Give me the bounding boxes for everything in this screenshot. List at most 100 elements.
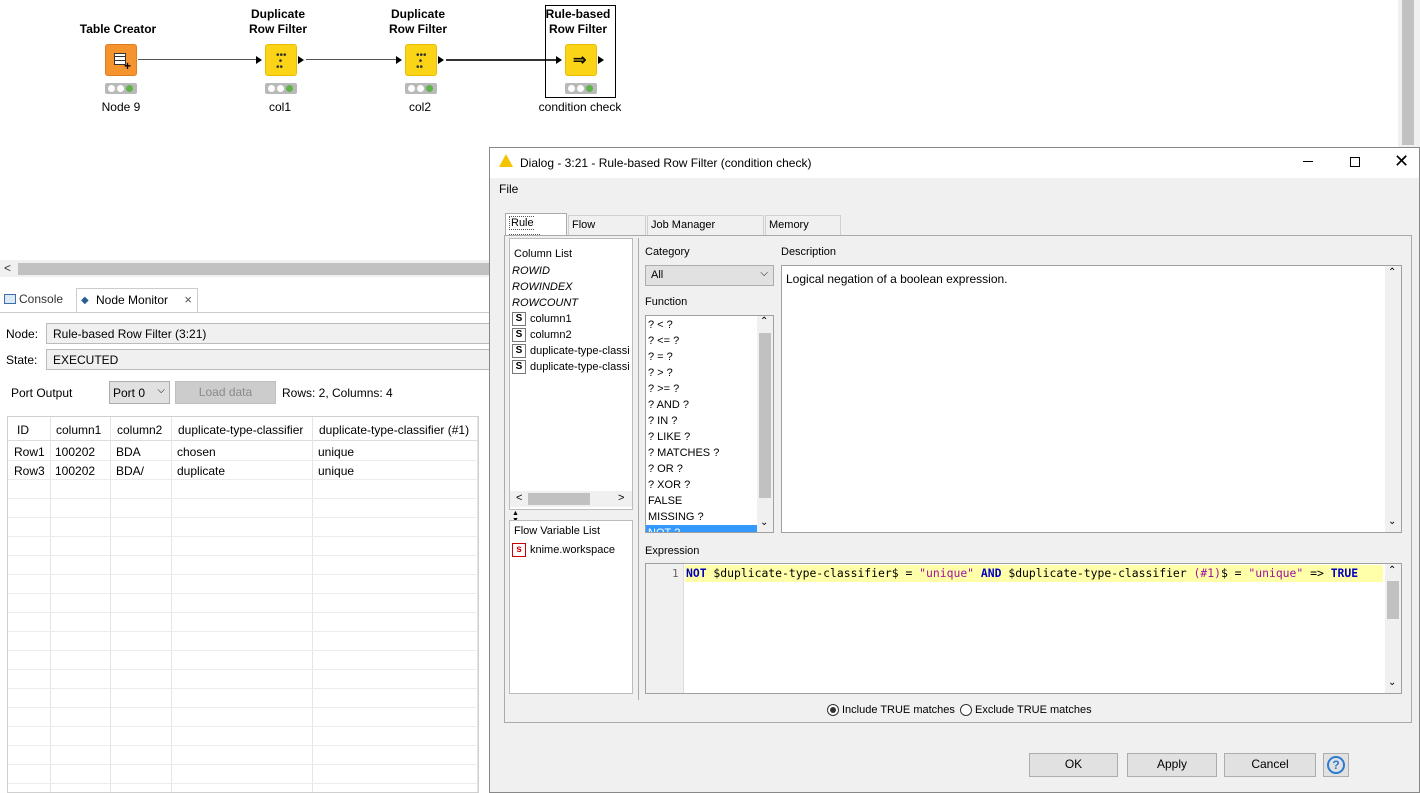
list-item[interactable]: FALSE [648,493,682,509]
expression-vscroll-thumb[interactable] [1387,581,1399,619]
expression-text: => [1303,566,1331,580]
list-item[interactable]: ROWID [512,263,550,279]
tab-node-monitor-label: Node Monitor [96,293,169,307]
chevron-left-icon[interactable]: < [4,261,11,275]
chevron-down-icon[interactable]: ⌄ [1388,677,1396,688]
node-label[interactable]: col2 [360,100,480,114]
chevron-down-icon[interactable]: ⌄ [760,517,768,528]
port-select-value: Port 0 [113,386,146,400]
chevron-left-icon[interactable]: < [516,492,522,504]
node-field-label: Node: [6,327,39,341]
tab-flow-variables[interactable]: Flow Variables [568,215,646,249]
node-label[interactable]: col1 [220,100,340,114]
maximize-icon[interactable] [1350,157,1360,167]
close-icon[interactable]: ✕ [1394,151,1409,171]
node-duplicate-row-filter-title: Duplicate Row Filter [388,7,447,36]
apply-button[interactable]: Apply [1127,753,1217,777]
list-item[interactable]: Scolumn2 [512,327,572,343]
list-item[interactable]: s knime.workspace [512,542,615,558]
list-item[interactable]: Sduplicate-type-classi [512,343,630,359]
tab-memory-policy[interactable]: Memory Policy [765,215,841,249]
function-list[interactable]: ? < ? ? <= ? ? = ? ? > ? ? >= ? ? AND ? … [645,315,774,533]
list-item[interactable]: ? IN ? [648,413,677,429]
flow-variable-list-label: Flow Variable List [514,525,600,537]
ok-button[interactable]: OK [1029,753,1118,777]
cancel-button[interactable]: Cancel [1224,753,1316,777]
list-item-selected[interactable]: NOT ? [646,525,757,532]
node-status-lights [565,83,597,94]
list-item[interactable]: ? >= ? [648,381,679,397]
list-item[interactable]: ? AND ? [648,397,689,413]
tab-console[interactable]: Console [4,292,63,306]
table-creator-node-icon[interactable]: + [105,44,137,76]
list-item[interactable]: ? XOR ? [648,477,690,493]
list-item[interactable]: ? LIKE ? [648,429,690,445]
tab-node-monitor[interactable]: ◆ Node Monitor × [76,288,198,312]
list-item[interactable]: MISSING ? [648,509,704,525]
table-cell: BDA [116,445,141,459]
tab-bar: Rule Editor Flow Variables Job Manager S… [505,213,905,249]
flow-variable-list[interactable]: Flow Variable List s knime.workspace [509,520,633,694]
include-true-matches-radio[interactable]: Include TRUE matches [827,704,955,717]
canvas-vscroll-thumb[interactable] [1402,0,1414,145]
list-item[interactable]: ? OR ? [648,461,683,477]
tab-console-label: Console [19,292,64,306]
load-data-button[interactable]: Load data [175,381,276,404]
chevron-up-icon[interactable]: ⌃ [1388,565,1396,576]
function-list-vscroll-thumb[interactable] [759,333,771,498]
chevron-down-icon[interactable]: ⌄ [1388,516,1396,527]
output-table[interactable]: ID column1 column2 duplicate-type-classi… [7,416,479,793]
list-item[interactable]: ? = ? [648,349,673,365]
duplicate-row-filter-node-icon[interactable]: ••• • •• [405,44,437,76]
state-field-label: State: [6,353,38,367]
column-header[interactable]: ID [17,423,29,437]
list-item[interactable]: ? < ? [648,317,673,333]
tab-rule-editor[interactable]: Rule Editor [505,213,567,248]
panel-divider [638,238,639,700]
list-item[interactable]: ? <= ? [648,333,679,349]
string-literal: "unique" [1248,566,1304,580]
expression-text: $duplicate-type-classifier$ = [706,566,920,580]
exclude-true-matches-radio[interactable]: Exclude TRUE matches [960,704,1092,717]
node-status-lights [265,83,297,94]
node-label[interactable]: condition check [520,100,640,114]
column-header[interactable]: column2 [117,423,162,437]
column-header[interactable]: column1 [56,423,101,437]
chevron-right-icon[interactable]: > [618,492,624,504]
line-number-gutter [646,564,684,693]
column-header[interactable]: duplicate-type-classifier [178,423,303,437]
duplicate-row-filter-node-icon[interactable]: ••• • •• [265,44,297,76]
list-item[interactable]: Scolumn1 [512,311,572,327]
minimize-icon[interactable] [1303,161,1313,162]
string-type-icon: S [512,328,526,343]
list-item[interactable]: ROWCOUNT [512,295,578,311]
keyword-not: NOT [686,566,707,580]
column-list[interactable]: Column List ROWID ROWINDEX ROWCOUNT Scol… [509,238,633,510]
list-item[interactable]: ? MATCHES ? [648,445,719,461]
help-button[interactable]: ? [1323,753,1349,777]
description-vscrollbar[interactable] [1385,266,1401,532]
menu-file[interactable]: File [499,182,518,196]
expression-line[interactable]: NOT $duplicate-type-classifier$ = "uniqu… [685,565,1383,582]
dialog-titlebar[interactable]: Dialog - 3:21 - Rule-based Row Filter (c… [490,148,1419,178]
list-item[interactable]: ? > ? [648,365,673,381]
chevron-up-icon[interactable]: ⌃ [760,316,768,327]
node-rule-based-row-filter-title: Rule-based Row Filter [545,7,611,36]
table-cell: duplicate [177,464,226,478]
node-label[interactable]: Node 9 [61,100,181,114]
column-list-hscroll-thumb[interactable] [528,493,590,505]
canvas-hscroll-thumb[interactable] [18,263,490,275]
rule-based-row-filter-node-icon[interactable]: ⇒ [565,44,597,76]
list-item[interactable]: Sduplicate-type-classi [512,359,630,375]
column-header[interactable]: duplicate-type-classifier (#1) [319,423,469,437]
line-number: 1 [672,567,679,580]
close-icon[interactable]: × [184,292,192,307]
tab-job-manager-selection[interactable]: Job Manager Selection [647,215,764,249]
port-select[interactable]: Port 0 ⌵ [109,381,170,404]
category-select[interactable]: All ⌵ [645,265,774,286]
chevron-up-icon[interactable]: ⌃ [1388,267,1396,278]
expression-editor[interactable]: 1 NOT $duplicate-type-classifier$ = "uni… [645,563,1402,694]
table-cell: chosen [177,445,216,459]
filter-arrow-icon: ⇒ [573,52,587,69]
list-item[interactable]: ROWINDEX [512,279,573,295]
